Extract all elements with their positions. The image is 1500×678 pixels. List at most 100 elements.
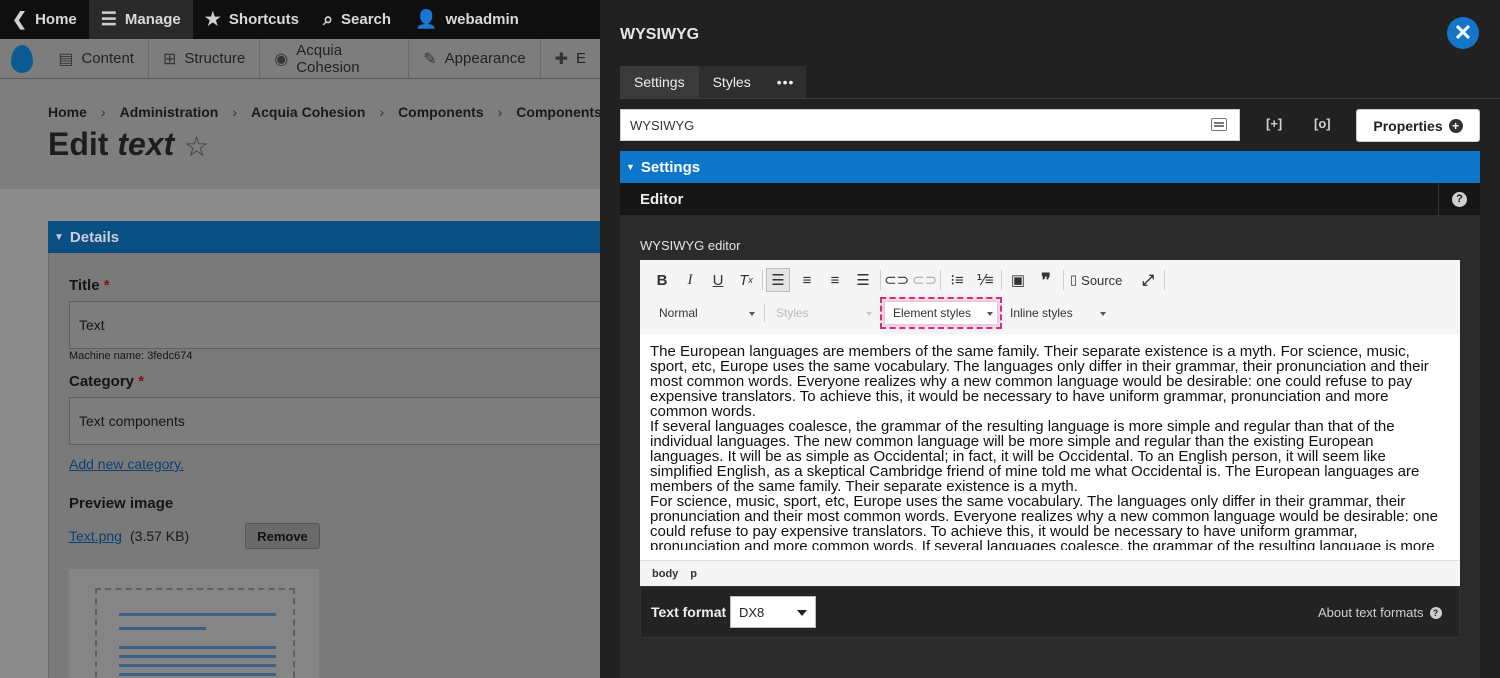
tab-more[interactable]: •••	[764, 66, 807, 98]
category-select[interactable]: Text components	[69, 397, 609, 445]
breadcrumb-separator: ›	[232, 104, 238, 120]
question-icon: ?	[1452, 191, 1467, 207]
caret-down-icon	[1100, 312, 1106, 316]
align-right-icon[interactable]: ≡	[823, 268, 847, 292]
align-center-icon[interactable]: ≡	[795, 268, 819, 292]
path-item[interactable]: body	[652, 568, 678, 580]
element-styles-combo[interactable]: Element styles	[880, 297, 1002, 329]
text-format-select[interactable]: DX8	[730, 596, 816, 628]
element-name-input[interactable]: WYSIWYG	[620, 109, 1240, 141]
editor-section-header: Editor	[620, 183, 1480, 215]
format-combo[interactable]: Normal	[655, 302, 759, 324]
toolbar-separator	[764, 304, 765, 322]
about-text-formats-label: About text formats	[1318, 605, 1424, 620]
toolbar-shortcuts-label: Shortcuts	[228, 11, 299, 28]
element-path: body p	[640, 560, 1460, 586]
paint-brush-icon: ✎	[423, 50, 437, 68]
inline-styles-combo[interactable]: Inline styles	[1006, 302, 1110, 324]
triangle-down-icon: ▼	[626, 162, 635, 172]
path-item[interactable]: p	[690, 568, 697, 580]
search-icon: ⌕	[322, 9, 334, 29]
tab-settings[interactable]: Settings	[620, 66, 699, 98]
content-paragraph: For science, music, sport, etc, Europe u…	[650, 493, 1438, 550]
toolbar-shortcuts[interactable]: ★ Shortcuts	[193, 0, 311, 39]
toolbar-user[interactable]: 👤 webadmin	[403, 0, 531, 39]
unlink-icon[interactable]: ⊂⊃	[912, 268, 937, 292]
underline-icon[interactable]: U	[706, 268, 730, 292]
toolbar-manage[interactable]: ☰ Manage	[88, 0, 193, 39]
numbered-list-icon[interactable]: ⅟≡	[973, 268, 997, 292]
menu-structure[interactable]: ⊞ Structure	[149, 38, 261, 79]
caret-down-icon	[749, 312, 755, 316]
star-outline-icon[interactable]: ☆	[184, 130, 209, 163]
star-icon: ★	[204, 9, 221, 29]
toolbar-separator	[880, 270, 881, 290]
breadcrumb-separator: ›	[100, 104, 106, 120]
puzzle-icon: ✚	[554, 50, 568, 68]
menu-extend[interactable]: ✚ E	[541, 39, 600, 79]
expand-icon[interactable]: [+]	[1266, 116, 1282, 131]
about-text-formats-link[interactable]: About text formats ?	[1318, 605, 1442, 620]
drupal-logo[interactable]	[0, 39, 44, 79]
breadcrumb-item[interactable]: Home	[48, 104, 87, 120]
title-label: Title *	[69, 277, 110, 294]
close-button[interactable]: ✕	[1447, 17, 1479, 49]
blockquote-icon[interactable]: ❞	[1034, 268, 1058, 292]
menu-appearance[interactable]: ✎ Appearance	[409, 38, 541, 79]
details-heading: Details	[69, 228, 120, 246]
image-icon[interactable]: ▣	[1006, 268, 1030, 292]
toolbar-separator	[1001, 270, 1002, 290]
link-icon[interactable]: ⊂⊃	[884, 268, 909, 292]
settings-section-header[interactable]: ▼ Settings	[620, 151, 1480, 183]
breadcrumb-item[interactable]: Administration	[120, 104, 219, 120]
page-title: Edit text	[48, 126, 174, 163]
align-justify-icon[interactable]: ☰	[851, 268, 875, 292]
help-button[interactable]: ?	[1438, 183, 1480, 215]
plus-circle-icon: +	[1448, 118, 1463, 133]
preview-file-size: (3.57 KB)	[130, 528, 190, 544]
text-format-value: DX8	[739, 604, 765, 620]
page-title-prefix: Edit	[48, 126, 118, 162]
add-category-link[interactable]: Add new category.	[69, 456, 184, 472]
styles-combo: Styles	[772, 302, 876, 324]
preview-line	[119, 655, 276, 658]
bold-icon[interactable]: B	[650, 268, 674, 292]
breadcrumb-item[interactable]: Components	[516, 104, 602, 120]
toolbar-search[interactable]: ⌕ Search	[311, 0, 403, 39]
menu-acquia-cohesion[interactable]: ◉ Acquia Cohesion	[260, 38, 410, 79]
panel-title: WYSIWYG	[620, 26, 700, 43]
bulleted-list-icon[interactable]: ⁝≡	[945, 268, 969, 292]
close-icon: ✕	[1453, 20, 1473, 45]
source-button[interactable]: ▯ Source	[1070, 268, 1122, 292]
details-summary[interactable]: ▼ Details	[48, 221, 608, 253]
align-left-icon[interactable]: ☰	[766, 268, 790, 292]
properties-button[interactable]: Properties +	[1356, 109, 1480, 142]
secondary-toolbar: ▤ Content ⊞ Structure ◉ Acquia Cohesion …	[0, 38, 600, 79]
tabs-divider	[620, 98, 1500, 99]
tab-styles[interactable]: Styles	[698, 66, 765, 98]
toolbar-home-label: Home	[35, 11, 77, 28]
menu-content[interactable]: ▤ Content	[44, 38, 149, 79]
toolbar-separator	[1063, 270, 1064, 290]
editor-content[interactable]: The European languages are members of th…	[650, 344, 1450, 550]
preview-line	[119, 664, 276, 667]
remove-format-icon[interactable]: Tx	[734, 268, 758, 292]
cohesion-icon: ◉	[274, 50, 289, 68]
settings-heading: Settings	[640, 158, 701, 176]
remove-button[interactable]: Remove	[245, 523, 320, 549]
toolbar-separator	[1164, 270, 1165, 290]
title-input[interactable]: Text	[69, 301, 609, 349]
breadcrumb-item[interactable]: Acquia Cohesion	[251, 104, 365, 120]
menu-content-label: Content	[81, 50, 134, 67]
maximize-icon[interactable]: ⤢	[1136, 268, 1160, 292]
collapse-icon[interactable]: [o]	[1314, 116, 1331, 131]
caret-down-icon	[987, 312, 993, 316]
italic-icon[interactable]: I	[678, 268, 702, 292]
preview-image-label: Preview image	[69, 495, 174, 512]
caret-down-icon	[797, 610, 807, 616]
breadcrumb-item[interactable]: Components	[398, 104, 484, 120]
preview-file-link[interactable]: Text.png	[69, 528, 122, 544]
toolbar-home[interactable]: ❮ Home	[0, 0, 89, 39]
toolbar-manage-label: Manage	[124, 11, 181, 28]
menu-appearance-label: Appearance	[444, 50, 526, 67]
